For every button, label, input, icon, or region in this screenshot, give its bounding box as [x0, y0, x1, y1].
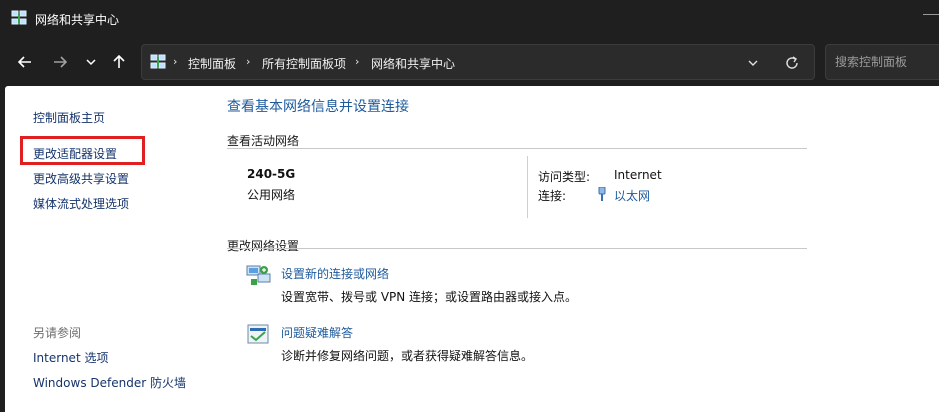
arrow-up-icon [113, 54, 125, 68]
access-type-value: Internet [614, 168, 662, 182]
network-center-icon [11, 10, 27, 25]
search-input[interactable] [835, 53, 935, 71]
sidebar-item-home[interactable]: 控制面板主页 [33, 109, 105, 126]
recent-locations-button[interactable] [79, 50, 103, 74]
window-control-edge[interactable] [923, 14, 939, 15]
breadcrumb-all-items[interactable]: 所有控制面板项 [262, 55, 346, 72]
change-settings-heading: 更改网络设置 [227, 239, 300, 253]
breadcrumb-control-panel[interactable]: 控制面板 [188, 55, 236, 72]
vertical-divider [527, 156, 528, 218]
back-button[interactable] [13, 50, 37, 74]
section-divider [227, 148, 807, 149]
chevron-down-icon [86, 59, 96, 66]
arrow-right-icon [54, 56, 68, 68]
address-bar[interactable]: › 控制面板 › 所有控制面板项 › 网络和共享中心 [141, 44, 815, 80]
connections-label: 连接: [538, 189, 567, 203]
troubleshoot-description: 诊断并修复网络问题，或者获得疑难解答信息。 [281, 349, 534, 363]
troubleshoot-icon [247, 324, 269, 344]
section-divider [227, 248, 807, 249]
page-title: 查看基本网络信息并设置连接 [227, 99, 409, 115]
troubleshoot-link[interactable]: 问题疑难解答 [281, 324, 353, 341]
ethernet-icon [598, 187, 606, 201]
chevron-down-icon[interactable] [746, 56, 760, 70]
setup-connection-description: 设置宽带、拨号或 VPN 连接；或设置路由器或接入点。 [281, 290, 578, 304]
see-also-firewall[interactable]: Windows Defender 防火墙 [33, 374, 186, 391]
ethernet-connection-link[interactable]: 以太网 [614, 187, 650, 204]
chevron-right-icon: › [246, 55, 251, 68]
window-title: 网络和共享中心 [35, 13, 120, 27]
navigation-bar: › 控制面板 › 所有控制面板项 › 网络和共享中心 [0, 38, 939, 86]
content-area: 控制面板主页 更改适配器设置 更改高级共享设置 媒体流式处理选项 另请参阅 In… [5, 86, 939, 412]
active-networks-heading: 查看活动网络 [227, 134, 300, 148]
up-button[interactable] [107, 50, 131, 74]
chevron-right-icon: › [355, 55, 360, 68]
access-type-label: 访问类型: [538, 170, 591, 184]
title-bar: 网络和共享中心 [0, 0, 939, 38]
see-also-internet-options[interactable]: Internet 选项 [33, 349, 108, 366]
chevron-right-icon: › [173, 55, 178, 68]
sidebar-item-advanced-sharing[interactable]: 更改高级共享设置 [33, 170, 129, 187]
network-name: 240-5G [247, 167, 296, 181]
refresh-icon[interactable] [784, 55, 800, 71]
breadcrumb-network-center[interactable]: 网络和共享中心 [371, 55, 455, 72]
network-profile[interactable]: 公用网络 [247, 186, 295, 203]
network-setup-icon [246, 265, 271, 285]
see-also-heading: 另请参阅 [33, 326, 82, 340]
search-box[interactable] [825, 44, 939, 80]
sidebar-item-adapter-settings[interactable]: 更改适配器设置 [33, 145, 117, 162]
arrow-left-icon [17, 56, 31, 68]
setup-connection-link[interactable]: 设置新的连接或网络 [281, 265, 389, 282]
forward-button[interactable] [48, 50, 72, 74]
sidebar-item-media-streaming[interactable]: 媒体流式处理选项 [33, 195, 129, 212]
network-center-icon [150, 54, 166, 69]
